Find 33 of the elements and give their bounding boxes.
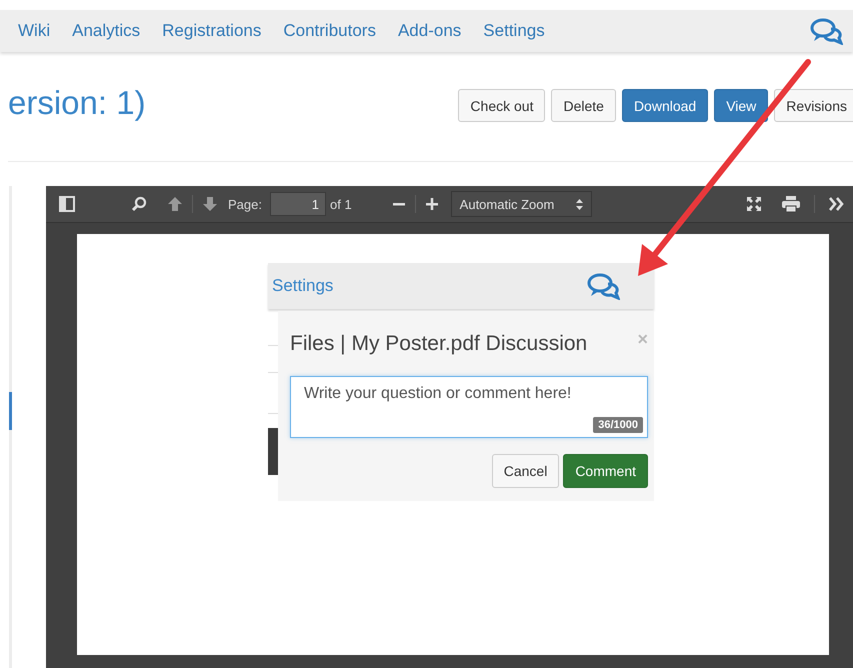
nav-link[interactable]: Analytics [72,21,140,41]
page-label: Page: [228,196,262,212]
nav-link[interactable]: Wiki [18,21,50,41]
down-arrow-icon[interactable] [202,196,218,212]
action-button[interactable]: Download [622,89,708,122]
nav-link[interactable]: Contributors [283,21,376,41]
chat-icon [586,272,620,300]
character-counter: 36/1000 [593,417,643,433]
nav-link[interactable]: Registrations [162,21,262,41]
up-arrow-icon[interactable] [167,196,183,212]
chat-icon[interactable] [809,17,843,45]
sidebar-toggle-icon[interactable] [59,196,75,212]
search-icon[interactable] [131,196,147,212]
action-button[interactable]: View [714,89,768,122]
fullscreen-icon[interactable] [746,196,762,212]
print-icon[interactable] [782,196,800,212]
dialog-title: Files | My Poster.pdf Discussion [290,332,588,356]
sidebar-marker [9,392,12,430]
page-count: of 1 [330,196,352,212]
page-field[interactable]: 1 [270,192,326,216]
dialog-button[interactable]: Comment [563,454,648,488]
select-arrows-icon [576,198,583,210]
nav-link[interactable]: Add-ons [398,21,462,41]
dialog-button[interactable]: Cancel [492,454,560,488]
nav-link[interactable]: Settings [483,21,545,41]
action-button[interactable]: Check out [458,89,546,122]
zoom-in-icon[interactable] [424,197,439,211]
more-tools-icon[interactable] [829,197,845,211]
action-button[interactable]: Delete [551,89,616,122]
zoom-select[interactable]: Automatic Zoom [450,191,592,217]
page-title: ersion: 1) [8,83,146,123]
cropped-element [268,428,278,475]
action-button[interactable]: Revisions [774,89,853,122]
